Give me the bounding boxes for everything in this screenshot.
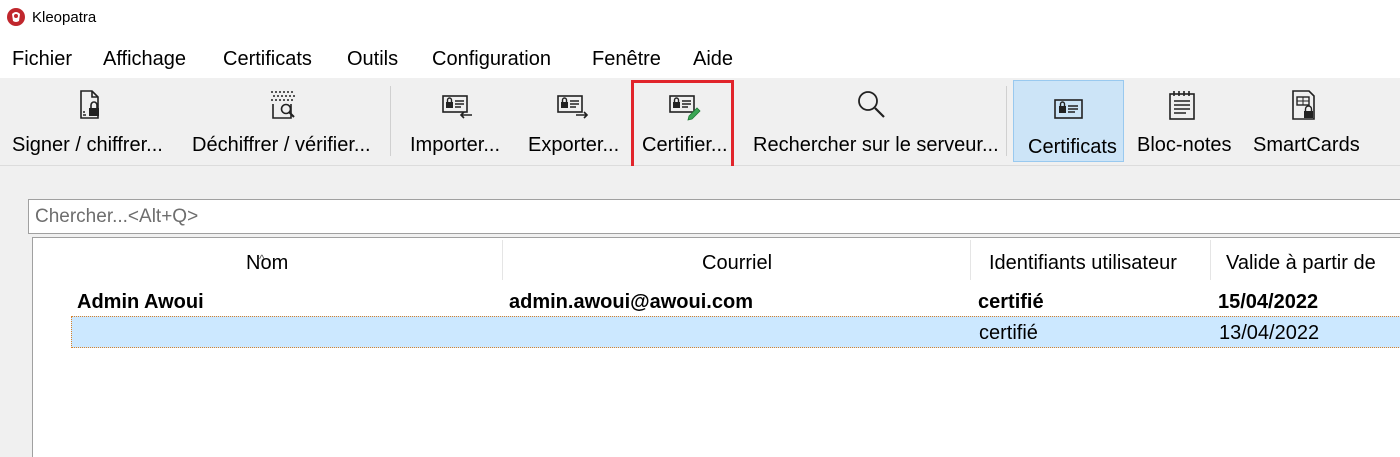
menu-file[interactable]: Fichier: [12, 48, 72, 71]
sign-encrypt-button[interactable]: Signer / chiffrer...: [4, 78, 176, 164]
decrypt-verify-label: Déchiffrer / vérifier...: [192, 134, 371, 156]
export-label: Exporter...: [528, 134, 620, 156]
kleopatra-logo-icon: [7, 8, 25, 26]
column-header-label: Courriel: [702, 252, 773, 274]
import-button[interactable]: Importer...: [404, 78, 510, 164]
cell-user-ids: certifié: [979, 322, 1038, 344]
notepad-label: Bloc-notes: [1137, 134, 1232, 156]
toolbar: Signer / chiffrer... Déchiffrer / vérifi…: [0, 78, 1400, 169]
smartcards-button[interactable]: SmartCards: [1246, 78, 1364, 164]
cell-name: Admin Awoui: [77, 291, 204, 313]
column-header-label: Valide à partir de: [1226, 252, 1376, 274]
import-label: Importer...: [410, 134, 501, 156]
export-certificate-icon: [557, 95, 589, 119]
lookup-server-label: Rechercher sur le serveur...: [753, 134, 999, 156]
cell-email: admin.awoui@awoui.com: [509, 291, 753, 313]
decrypt-verify-button[interactable]: Déchiffrer / vérifier...: [186, 78, 382, 164]
lookup-server-button[interactable]: Rechercher sur le serveur...: [746, 78, 1000, 164]
column-header-email[interactable]: Courriel: [503, 238, 971, 282]
export-button[interactable]: Exporter...: [520, 78, 626, 164]
window-title: Kleopatra: [32, 9, 97, 26]
menu-settings[interactable]: Configuration: [432, 48, 551, 71]
certificate-table: ^ Nom Courriel Identifiants utilisateur …: [32, 237, 1400, 457]
column-header-name[interactable]: ^ Nom: [33, 238, 503, 282]
search-box[interactable]: [28, 199, 1400, 234]
title-bar: Kleopatra: [0, 0, 1400, 36]
certificate-icon: [1054, 99, 1083, 119]
column-header-label: Identifiants utilisateur: [989, 252, 1177, 274]
sign-encrypt-label: Signer / chiffrer...: [12, 134, 163, 156]
import-certificate-icon: [442, 95, 472, 119]
table-row[interactable]: Admin Awoui admin.awoui@awoui.com certif…: [33, 286, 1400, 318]
column-header-valid-from[interactable]: Valide à partir de: [1211, 238, 1400, 282]
notepad-button[interactable]: Bloc-notes: [1130, 78, 1236, 164]
column-header-label: Nom: [246, 252, 289, 274]
menu-certificates[interactable]: Certificats: [223, 48, 312, 71]
smartcards-label: SmartCards: [1253, 134, 1360, 156]
toolbar-separator: [390, 86, 391, 156]
menu-help[interactable]: Aide: [693, 48, 733, 71]
sign-encrypt-icon: [80, 90, 99, 119]
certificates-view-label: Certificats: [1028, 136, 1117, 158]
column-header-user-ids[interactable]: Identifiants utilisateur: [971, 238, 1211, 282]
menu-bar: Fichier Affichage Certificats Outils Con…: [0, 44, 1400, 78]
cell-valid-from: 13/04/2022: [1219, 322, 1320, 344]
decrypt-verify-icon: [271, 91, 295, 119]
cell-user-ids: certifié: [978, 291, 1044, 313]
smartcard-icon: [1292, 90, 1315, 120]
table-row-selected[interactable]: certifié 13/04/2022: [71, 316, 1400, 348]
search-icon: [858, 91, 885, 118]
menu-view[interactable]: Affichage: [103, 48, 186, 71]
menu-window[interactable]: Fenêtre: [592, 48, 661, 71]
cell-valid-from: 15/04/2022: [1218, 291, 1319, 313]
certify-highlight-annotation: [631, 80, 734, 169]
certificates-view-button[interactable]: Certificats: [1013, 78, 1124, 164]
menu-tools[interactable]: Outils: [347, 48, 398, 71]
toolbar-separator: [1006, 86, 1007, 156]
search-input[interactable]: [35, 206, 1335, 228]
notepad-icon: [1169, 91, 1195, 120]
